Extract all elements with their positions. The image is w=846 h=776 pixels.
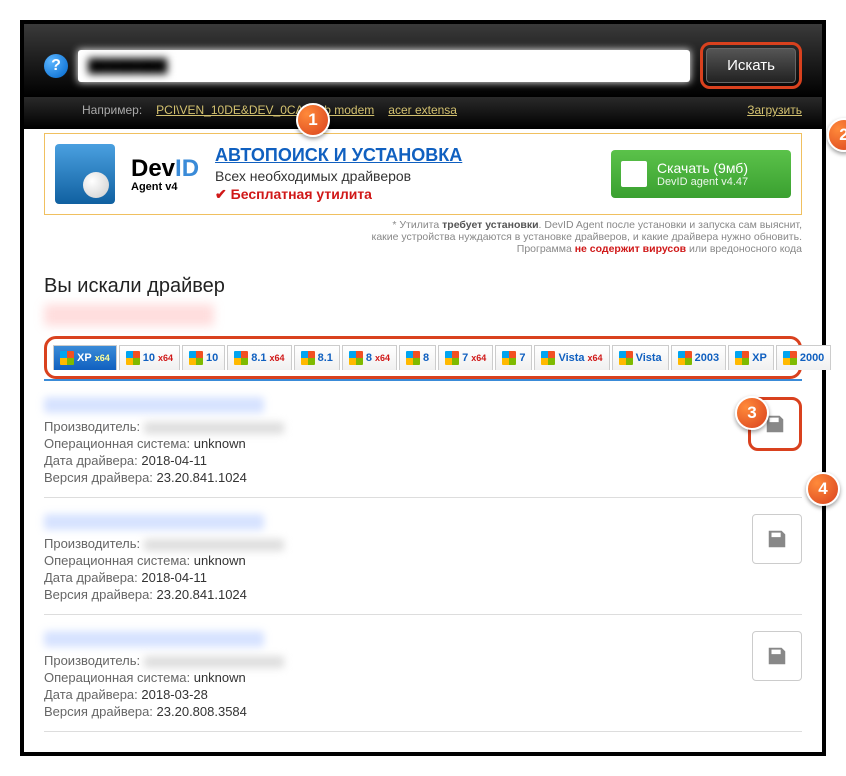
download-subtitle: DevID agent v4.47 <box>657 176 777 188</box>
version-row: Версия драйвера: 23.20.808.3584 <box>44 704 752 719</box>
examples-row: Например: PCI\VEN_10DE&DEV_0CA3 b modem … <box>24 97 822 129</box>
upload-link[interactable]: Загрузить <box>747 103 802 117</box>
result-title-blurred <box>44 631 264 647</box>
brand-text: DevID Agent v4 <box>131 155 199 193</box>
windows-icon <box>349 351 363 365</box>
date-row: Дата драйвера: 2018-03-28 <box>44 687 752 702</box>
os-tab[interactable]: 10 <box>182 345 225 370</box>
os-tabs: XPx6410x64108.1x648.18x6487x647Vistax64V… <box>53 345 793 370</box>
windows-icon <box>502 351 516 365</box>
date-row: Дата драйвера: 2018-04-11 <box>44 570 752 585</box>
os-row: Операционная система: unknown <box>44 670 752 685</box>
callout-badge-4: 4 <box>806 472 840 506</box>
promo-text: АВТОПОИСК И УСТАНОВКА Всех необходимых д… <box>215 145 595 203</box>
save-driver-button[interactable] <box>752 631 802 681</box>
manufacturer-row: Производитель: <box>44 536 752 551</box>
os-tab[interactable]: 7 <box>495 345 532 370</box>
floppy-icon <box>766 645 788 667</box>
driver-result: Производитель: Операционная система: unk… <box>44 514 802 615</box>
os-tab[interactable]: 8.1x64 <box>227 345 291 370</box>
windows-icon <box>406 351 420 365</box>
search-button-highlight: Искать <box>700 42 802 89</box>
version-row: Версия драйвера: 23.20.841.1024 <box>44 587 752 602</box>
help-icon[interactable]: ? <box>44 54 68 78</box>
os-tab[interactable]: Vista <box>612 345 669 370</box>
date-row: Дата драйвера: 2018-04-11 <box>44 453 748 468</box>
windows-icon <box>619 351 633 365</box>
example-link[interactable]: acer extensa <box>388 103 457 117</box>
devid-logo-icon <box>55 144 115 204</box>
promo-banner: DevID Agent v4 АВТОПОИСК И УСТАНОВКА Все… <box>44 133 802 215</box>
examples-label: Например: <box>82 103 142 117</box>
os-tab[interactable]: 8 <box>399 345 436 370</box>
os-tab[interactable]: 7x64 <box>438 345 493 370</box>
os-row: Операционная система: unknown <box>44 553 752 568</box>
search-bar: ? Искать <box>24 24 822 97</box>
example-link[interactable]: PCI\VEN_10DE&DEV_0CA3 <box>156 103 310 117</box>
windows-icon <box>445 351 459 365</box>
promo-free-label: Бесплатная утилита <box>215 186 595 203</box>
manufacturer-row: Производитель: <box>44 419 748 434</box>
driver-result: Производитель: Операционная система: unk… <box>44 631 802 732</box>
os-tab[interactable]: 8.1 <box>294 345 340 370</box>
driver-result: Производитель: Операционная система: unk… <box>44 397 802 498</box>
callout-badge-3: 3 <box>735 396 769 430</box>
version-row: Версия драйвера: 23.20.841.1024 <box>44 470 748 485</box>
search-input[interactable] <box>78 50 690 82</box>
search-term-blurred <box>44 304 214 326</box>
page-title: Вы искали драйвер <box>44 275 802 298</box>
os-tab[interactable]: 10x64 <box>119 345 180 370</box>
callout-badge-2: 2 <box>827 118 846 152</box>
example-link[interactable]: b modem <box>324 103 374 117</box>
windows-icon <box>234 351 248 365</box>
callout-badge-1: 1 <box>296 103 330 137</box>
search-button[interactable]: Искать <box>706 48 796 83</box>
windows-icon <box>735 351 749 365</box>
result-title-blurred <box>44 514 264 530</box>
os-tab[interactable]: 2000 <box>776 345 831 370</box>
save-icon <box>623 163 645 185</box>
windows-icon <box>60 351 74 365</box>
os-row: Операционная система: unknown <box>44 436 748 451</box>
os-tab[interactable]: Vistax64 <box>534 345 609 370</box>
os-tab[interactable]: 2003 <box>671 345 726 370</box>
os-tab[interactable]: XPx64 <box>53 345 117 370</box>
result-title-blurred <box>44 397 264 413</box>
manufacturer-row: Производитель: <box>44 653 752 668</box>
windows-icon <box>301 351 315 365</box>
os-tab[interactable]: XP <box>728 345 774 370</box>
windows-icon <box>189 351 203 365</box>
os-tab[interactable]: 8x64 <box>342 345 397 370</box>
download-button[interactable]: Скачать (9мб) DevID agent v4.47 <box>611 150 791 198</box>
search-input-wrap <box>78 50 690 82</box>
install-note: * Утилита требует установки. DevID Agent… <box>44 219 802 255</box>
save-driver-button[interactable] <box>752 514 802 564</box>
download-title: Скачать (9мб) <box>657 160 777 176</box>
promo-subtitle: Всех необходимых драйверов <box>215 168 595 184</box>
floppy-icon <box>766 528 788 550</box>
os-tabs-highlight: XPx6410x64108.1x648.18x6487x647Vistax64V… <box>44 336 802 379</box>
windows-icon <box>541 351 555 365</box>
tabs-underline <box>44 379 802 381</box>
windows-icon <box>783 351 797 365</box>
promo-headline-link[interactable]: АВТОПОИСК И УСТАНОВКА <box>215 145 462 165</box>
windows-icon <box>126 351 140 365</box>
windows-icon <box>678 351 692 365</box>
